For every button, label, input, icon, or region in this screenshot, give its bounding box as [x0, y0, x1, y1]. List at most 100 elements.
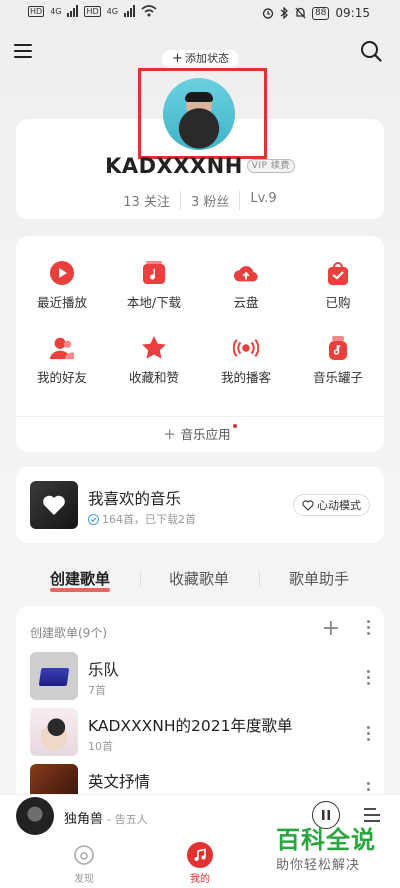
grid-item-label: 本地/下载	[126, 295, 182, 310]
discover-icon	[71, 842, 97, 868]
tab-playlist-assistant[interactable]: 歌单助手	[289, 568, 349, 589]
add-music-app-button[interactable]: + 音乐应用	[16, 424, 384, 443]
grid-item-label: 已购	[325, 295, 351, 310]
now-playing-info: 独角兽 - 告五人	[64, 808, 148, 827]
created-playlists-card: 创建歌单(9个) + 乐队 7首 KADXXXNH的2021年度歌单 10首 英…	[16, 606, 384, 812]
favorite-title: 我喜欢的音乐	[88, 490, 182, 508]
now-playing-artist: - 告五人	[107, 813, 148, 826]
more-options-icon[interactable]	[367, 670, 370, 685]
music-app-label: 音乐应用	[180, 427, 231, 442]
nav-label: 发现	[74, 874, 94, 885]
grid-item-label: 最近播放	[36, 295, 87, 310]
add-status-label: 添加状态	[184, 52, 229, 65]
friends-icon	[49, 335, 75, 361]
favorite-subtitle: 164首，已下载2首	[102, 513, 196, 526]
nav-label: 我的	[190, 874, 210, 885]
bluetooth-icon	[280, 7, 288, 19]
avatar-highlight-box	[138, 68, 267, 159]
user-level[interactable]: Lv.9	[240, 191, 286, 210]
playlist-count: 10首	[88, 740, 113, 753]
divider	[259, 572, 260, 586]
playlist-name: 乐队	[88, 661, 120, 679]
vip-badge[interactable]: VIP 续费	[246, 159, 295, 173]
favorite-cover	[30, 481, 78, 529]
grid-item-friends[interactable]: 我的好友	[16, 335, 108, 386]
local-music-icon	[141, 260, 167, 286]
grid-item-favorites[interactable]: 收藏和赞	[108, 335, 200, 386]
nav-discover[interactable]: 发现	[64, 842, 104, 885]
tab-created-playlists[interactable]: 创建歌单	[50, 568, 110, 589]
hamburger-menu-icon[interactable]	[14, 44, 32, 58]
network-type-2: 4G	[106, 6, 118, 16]
grid-item-recent-play[interactable]: 最近播放	[16, 260, 108, 311]
playlist-name: 英文抒情	[88, 773, 151, 791]
heart-mode-button[interactable]: 心动模式	[293, 494, 370, 516]
play-circle-icon	[49, 260, 75, 286]
plus-icon: +	[172, 51, 183, 66]
music-note-icon	[187, 842, 213, 868]
network-badge-1: HD	[28, 5, 45, 17]
network-type-1: 4G	[50, 6, 62, 16]
grid-item-music-jar[interactable]: 音乐罐子	[292, 335, 384, 386]
watermark-main: 百科全说	[276, 826, 376, 854]
pause-button[interactable]	[312, 801, 340, 829]
grid-item-local-download[interactable]: 本地/下载	[108, 260, 200, 311]
favorite-music-card[interactable]: 我喜欢的音乐 164首，已下载2首 心动模式	[16, 467, 384, 543]
following-count[interactable]: 13 关注	[113, 191, 181, 210]
purchased-bag-icon	[325, 260, 351, 286]
watermark: 百科全说 助你轻松解决	[276, 826, 394, 873]
profile-nickname-row: KADXXXNH VIP 续费	[0, 154, 400, 178]
more-options-icon[interactable]	[366, 620, 370, 635]
favorite-subtitle-row: 164首，已下载2首	[88, 511, 196, 527]
profile-nickname[interactable]: KADXXXNH	[105, 154, 243, 178]
playlist-name: KADXXXNH的2021年度歌单	[88, 717, 293, 735]
signal-indicators: HD 4G HD 4G	[28, 5, 157, 17]
search-icon[interactable]	[360, 40, 382, 62]
battery-icon: 88	[311, 6, 330, 20]
grid-item-label: 我的好友	[36, 370, 87, 385]
wifi-icon	[141, 5, 157, 17]
playlist-item[interactable]: 乐队 7首	[30, 652, 370, 700]
notification-dot	[232, 424, 237, 428]
heart-icon	[43, 495, 65, 515]
playlists-header: 创建歌单(9个)	[30, 626, 107, 640]
check-circle-icon	[88, 513, 99, 525]
grid-item-label: 收藏和赞	[128, 370, 179, 385]
grid-item-podcast[interactable]: 我的播客	[200, 335, 292, 386]
profile-stats: 13 关注 3 粉丝 Lv.9	[0, 191, 400, 210]
playlist-queue-icon[interactable]	[362, 805, 382, 825]
more-options-icon[interactable]	[367, 726, 370, 741]
add-status-button[interactable]: + 添加状态	[162, 50, 239, 68]
now-playing-cover[interactable]	[16, 797, 54, 835]
grid-item-label: 音乐罐子	[312, 370, 363, 385]
cloud-upload-icon	[233, 260, 259, 286]
plus-icon: +	[163, 425, 181, 443]
fans-count[interactable]: 3 粉丝	[181, 191, 241, 210]
heart-outline-icon	[302, 499, 314, 511]
status-bar: HD 4G HD 4G 88 09:15	[0, 0, 400, 30]
tab-collected-playlists[interactable]: 收藏歌单	[169, 568, 229, 589]
grid-item-purchased[interactable]: 已购	[292, 260, 384, 311]
playlist-count: 7首	[88, 684, 106, 697]
alarm-icon	[262, 8, 274, 19]
clock: 09:15	[335, 6, 370, 20]
nav-mine[interactable]: 我的	[180, 842, 220, 885]
signal-icon	[123, 5, 135, 17]
mute-bell-icon	[295, 7, 306, 19]
pause-icon	[322, 810, 330, 820]
divider	[16, 416, 384, 417]
quick-access-grid: 最近播放 本地/下载 云盘 已购 我的好友 收藏和赞 我的播客 音乐罐子	[16, 260, 384, 386]
podcast-icon	[233, 335, 259, 361]
signal-icon	[67, 5, 79, 17]
playlist-item[interactable]: KADXXXNH的2021年度歌单 10首	[30, 708, 370, 756]
grid-item-label: 云盘	[233, 295, 259, 310]
add-playlist-icon[interactable]: +	[322, 618, 340, 640]
playlist-cover	[30, 708, 78, 756]
grid-item-label: 我的播客	[220, 370, 271, 385]
network-badge-2: HD	[84, 5, 101, 17]
divider	[140, 572, 141, 586]
music-jar-icon	[325, 335, 351, 361]
heart-mode-label: 心动模式	[317, 499, 361, 512]
playlist-cover	[30, 652, 78, 700]
grid-item-cloud[interactable]: 云盘	[200, 260, 292, 311]
